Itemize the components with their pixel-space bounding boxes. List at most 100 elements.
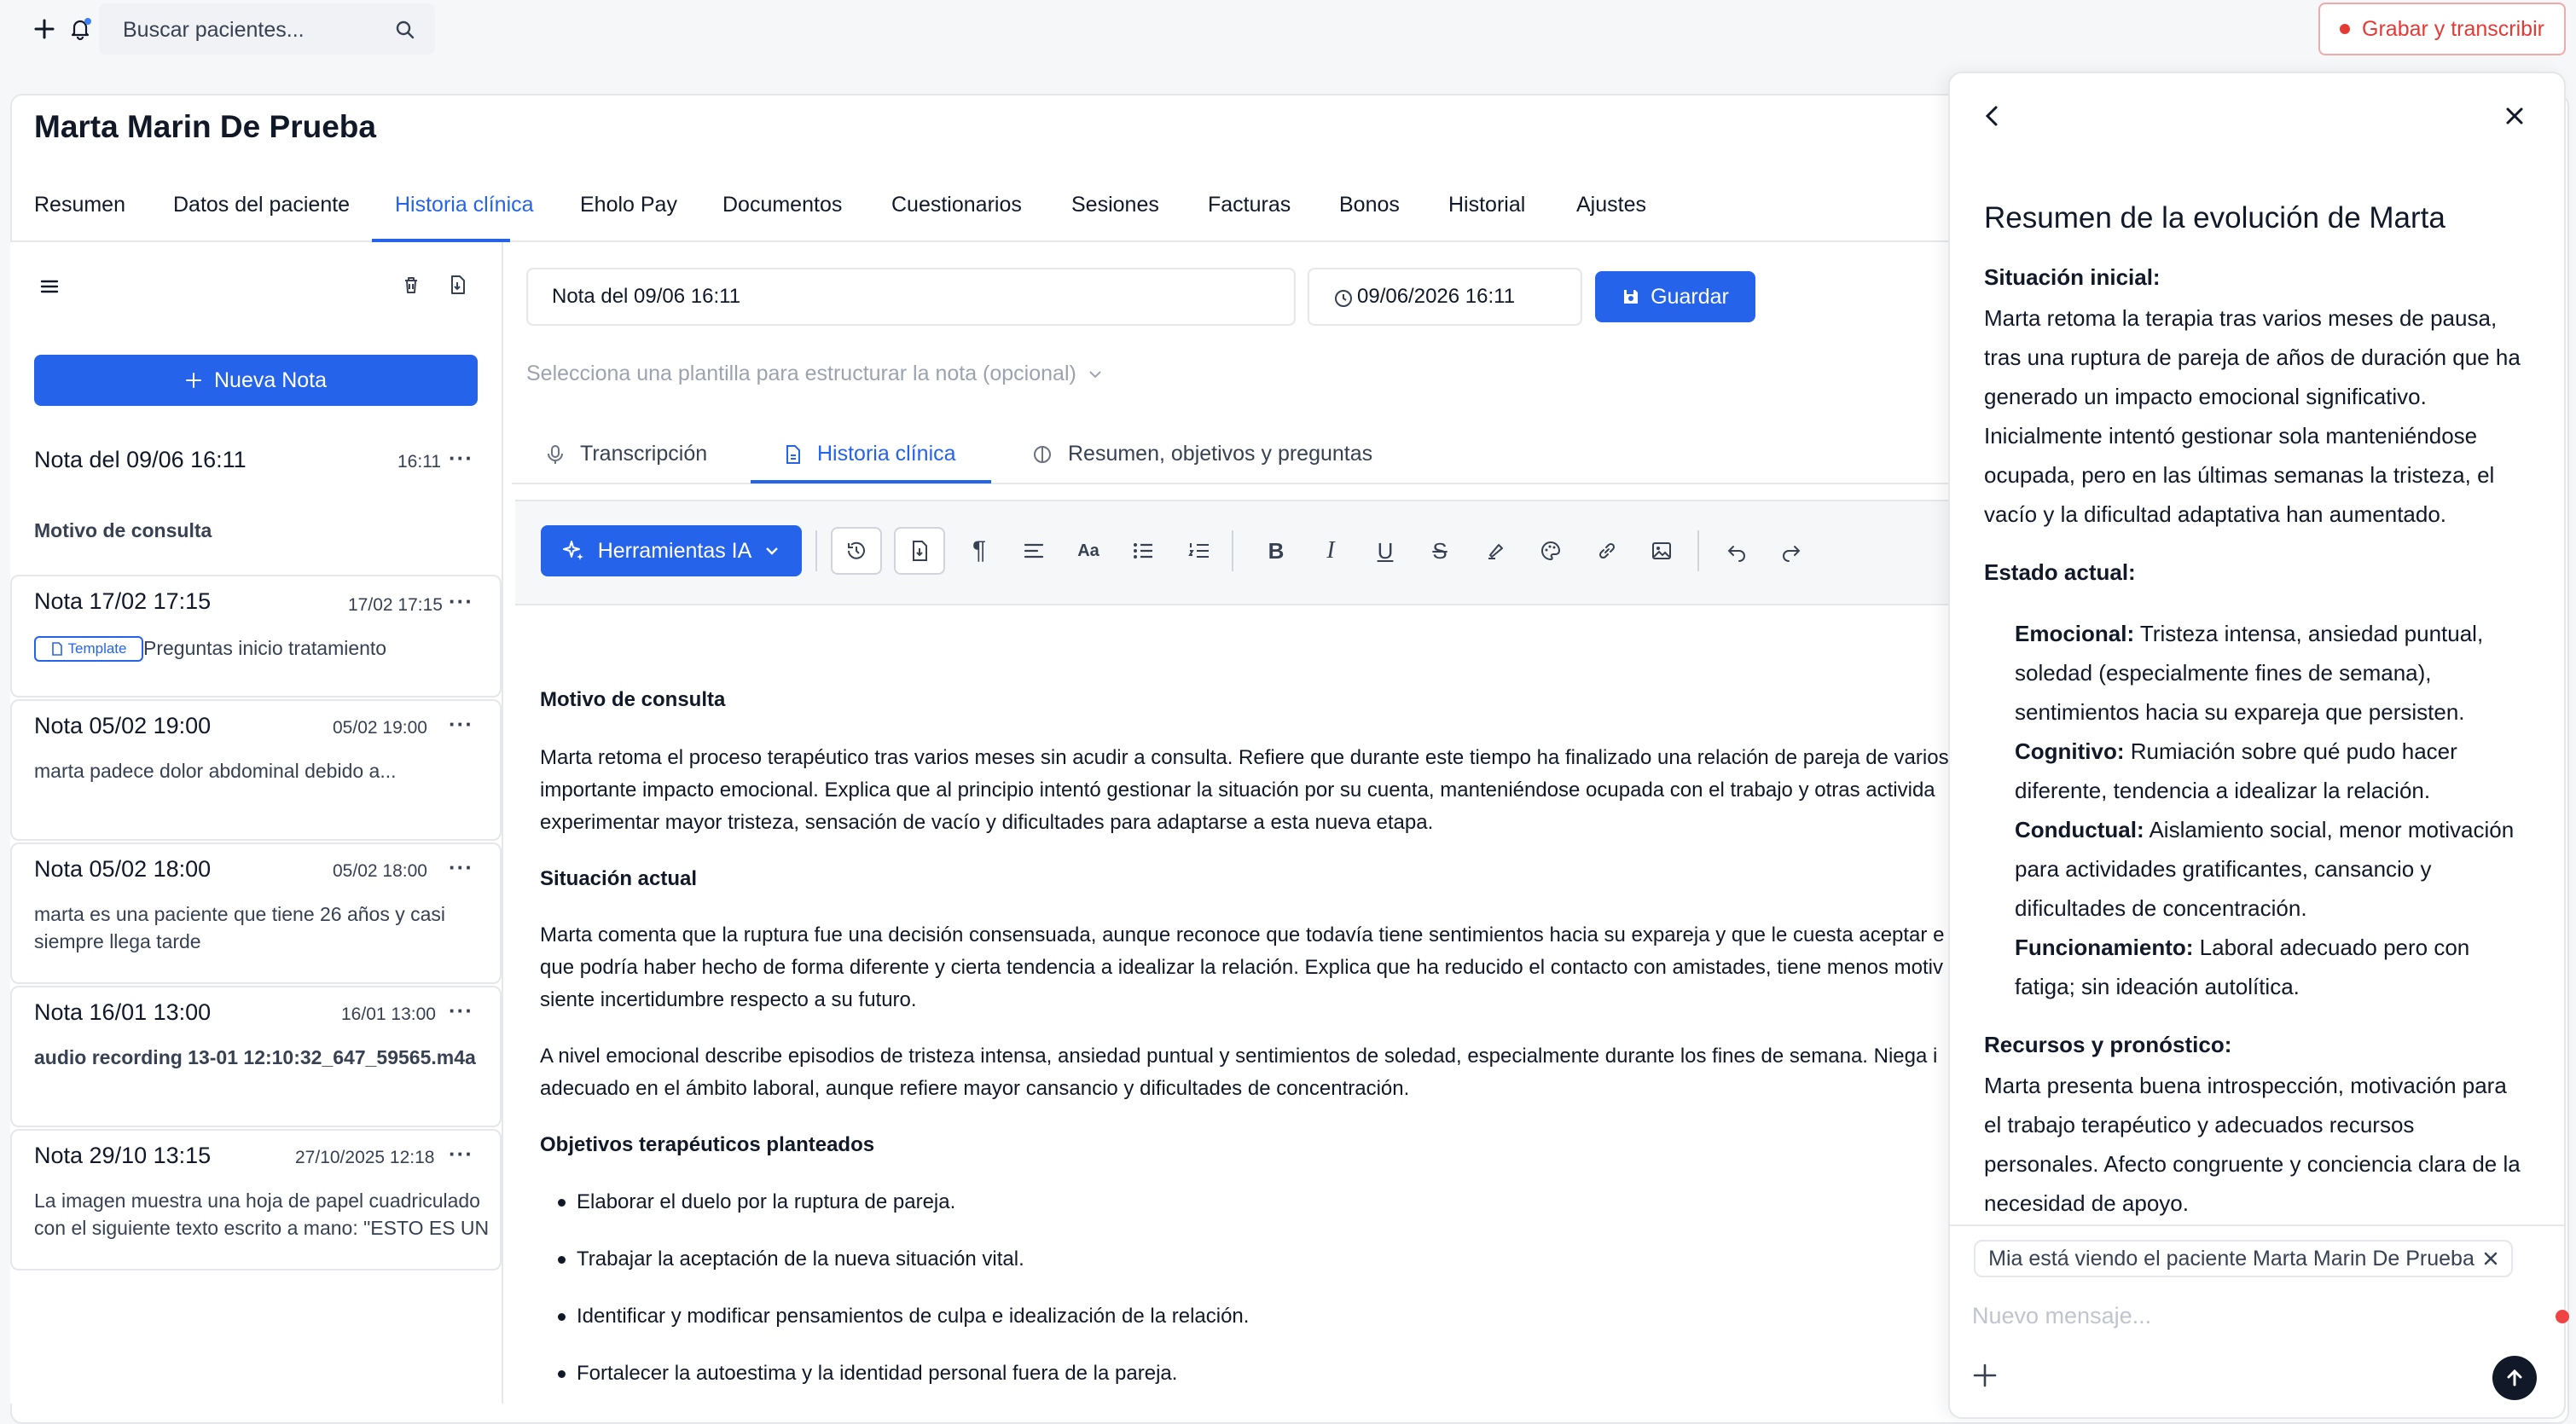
redo-icon[interactable]	[1776, 535, 1807, 566]
new-message-input[interactable]: Nuevo mensaje...	[1972, 1303, 2151, 1329]
subtab-transcripcion[interactable]: Transcripción	[546, 442, 707, 466]
history-icon[interactable]	[831, 527, 882, 575]
note-options-icon[interactable]: ···	[449, 711, 473, 738]
arrow-up-icon	[2503, 1367, 2526, 1389]
paragraph-line: A nivel emocional describe episodios de …	[540, 1045, 1938, 1068]
note-title-input[interactable]: Nota del 09/06 16:11	[526, 268, 1296, 326]
note-time: 05/02 19:00	[333, 718, 427, 738]
summary-line: Aislamiento social, menor motivación	[2144, 817, 2515, 842]
template-badge: Template	[34, 636, 143, 662]
patient-name: Marta Marin De Prueba	[34, 109, 376, 144]
note-options-icon[interactable]: ···	[449, 854, 473, 881]
ai-tools-label: Herramientas IA	[597, 538, 752, 563]
search-icon	[394, 19, 416, 41]
summary-label: Emocional:	[2015, 621, 2135, 646]
tab-datos-paciente[interactable]: Datos del paciente	[173, 193, 350, 217]
undo-icon[interactable]	[1721, 535, 1752, 566]
ai-tools-button[interactable]: Herramientas IA	[541, 525, 802, 576]
summary-line: Marta retoma la terapia tras varios mese…	[1984, 305, 2498, 331]
summary-line: sentimientos hacia su expareja que persi…	[2015, 699, 2465, 725]
numbered-list-icon[interactable]	[1184, 535, 1215, 566]
list-item: Identificar y modificar pensamientos de …	[577, 1305, 1250, 1328]
note-title: Nota 05/02 18:00	[34, 856, 212, 882]
color-palette-icon[interactable]	[1535, 535, 1566, 566]
subtab-historia-clinica[interactable]: Historia clínica	[785, 442, 956, 466]
note-time: 27/10/2025 12:18	[295, 1148, 435, 1167]
note-preview: Preguntas inicio tratamiento	[143, 637, 387, 659]
record-dot-icon	[2340, 24, 2351, 34]
file-import-icon[interactable]	[894, 527, 945, 575]
attach-plus-icon[interactable]	[1972, 1363, 1998, 1388]
link-icon[interactable]	[1592, 535, 1622, 566]
note-options-icon[interactable]: ···	[449, 998, 473, 1024]
note-title: Nota 17/02 17:15	[34, 588, 212, 614]
bullet-list-icon[interactable]	[1128, 535, 1158, 566]
notifications-bell-icon[interactable]	[67, 15, 94, 43]
datetime-value: 09/06/2026 16:11	[1357, 285, 1516, 308]
trash-icon[interactable]	[399, 273, 423, 297]
new-note-button[interactable]: Nueva Nota	[34, 355, 478, 406]
new-note-label: Nueva Nota	[213, 368, 328, 392]
strikethrough-icon[interactable]: S	[1424, 535, 1455, 566]
summary-line: vacío y la dificultad adaptativa han aum…	[1984, 501, 2447, 527]
summary-line: ocupada, pero en las últimas semanas la …	[1984, 462, 2495, 488]
export-document-icon[interactable]	[445, 273, 469, 297]
summary-paragraph: Emocional: Tristeza intensa, ansiedad pu…	[2015, 614, 2530, 1006]
save-button[interactable]: Guardar	[1595, 271, 1755, 322]
bullet-marker	[558, 1256, 566, 1264]
bullet-marker	[558, 1313, 566, 1321]
back-chevron-icon[interactable]	[1979, 102, 2005, 130]
font-size-icon[interactable]: Aa	[1073, 535, 1104, 566]
subtabs-divider	[512, 483, 1962, 484]
toolbar-divider	[1232, 530, 1233, 571]
clock-icon	[1333, 288, 1354, 309]
note-options-icon[interactable]: ···	[449, 445, 473, 472]
note-preview: Motivo de consulta	[34, 519, 212, 541]
note-options-icon[interactable]: ···	[449, 588, 473, 615]
tab-bonos[interactable]: Bonos	[1339, 193, 1400, 217]
highlighter-icon[interactable]	[1481, 535, 1511, 566]
tab-facturas[interactable]: Facturas	[1208, 193, 1291, 217]
summary-line: Laboral adecuado pero con	[2193, 935, 2470, 960]
add-icon[interactable]	[31, 15, 58, 43]
italic-icon[interactable]: I	[1315, 535, 1346, 566]
message-placeholder: Nuevo mensaje...	[1972, 1303, 2152, 1328]
subtab-label: Transcripción	[580, 442, 708, 466]
tab-documentos[interactable]: Documentos	[722, 193, 842, 217]
send-button[interactable]	[2492, 1356, 2537, 1400]
tab-historia-clinica[interactable]: Historia clínica	[395, 193, 534, 217]
tab-eholo-pay[interactable]: Eholo Pay	[580, 193, 677, 217]
summary-line: para actividades gratificantes, cansanci…	[2015, 856, 2432, 882]
note-preview: audio recording 13-01 12:10:32_647_59565…	[34, 1046, 476, 1068]
close-icon[interactable]	[2483, 1251, 2498, 1266]
close-icon[interactable]	[2503, 104, 2527, 128]
summary-label: Conductual:	[2015, 817, 2144, 842]
record-label: Grabar y transcribir	[2362, 16, 2544, 41]
image-icon[interactable]	[1646, 535, 1677, 566]
note-time: 17/02 17:15	[348, 595, 443, 615]
tab-sesiones[interactable]: Sesiones	[1071, 193, 1159, 217]
note-options-icon[interactable]: ···	[449, 1141, 473, 1167]
summary-paragraph: Marta retoma la terapia tras varios mese…	[1984, 298, 2530, 534]
underline-icon[interactable]: U	[1370, 535, 1401, 566]
template-badge-label: Template	[67, 640, 127, 657]
tab-ajustes[interactable]: Ajustes	[1576, 193, 1646, 217]
tab-historial[interactable]: Historial	[1448, 193, 1525, 217]
summary-line: necesidad de apoyo.	[1984, 1190, 2189, 1216]
bold-icon[interactable]: B	[1261, 535, 1291, 566]
plus-icon	[185, 372, 202, 389]
record-transcribe-button[interactable]: Grabar y transcribir	[2318, 3, 2566, 55]
note-title: Nota 29/10 13:15	[34, 1143, 212, 1168]
align-icon[interactable]	[1018, 535, 1049, 566]
summary-label: Cognitivo:	[2015, 738, 2125, 764]
search-patients-input[interactable]: Buscar pacientes...	[99, 3, 435, 55]
menu-icon[interactable]	[38, 275, 61, 298]
tab-cuestionarios[interactable]: Cuestionarios	[891, 193, 1022, 217]
subtab-resumen-objetivos[interactable]: Resumen, objetivos y preguntas	[1032, 442, 1372, 466]
summary-line: Tristeza intensa, ansiedad puntual,	[2134, 621, 2484, 646]
microphone-icon	[546, 444, 565, 465]
tab-resumen[interactable]: Resumen	[34, 193, 125, 217]
paragraph-icon[interactable]: ¶	[964, 535, 995, 566]
note-datetime-input[interactable]: 09/06/2026 16:11	[1308, 268, 1582, 326]
template-select[interactable]: Selecciona una plantilla para estructura…	[526, 362, 1104, 386]
